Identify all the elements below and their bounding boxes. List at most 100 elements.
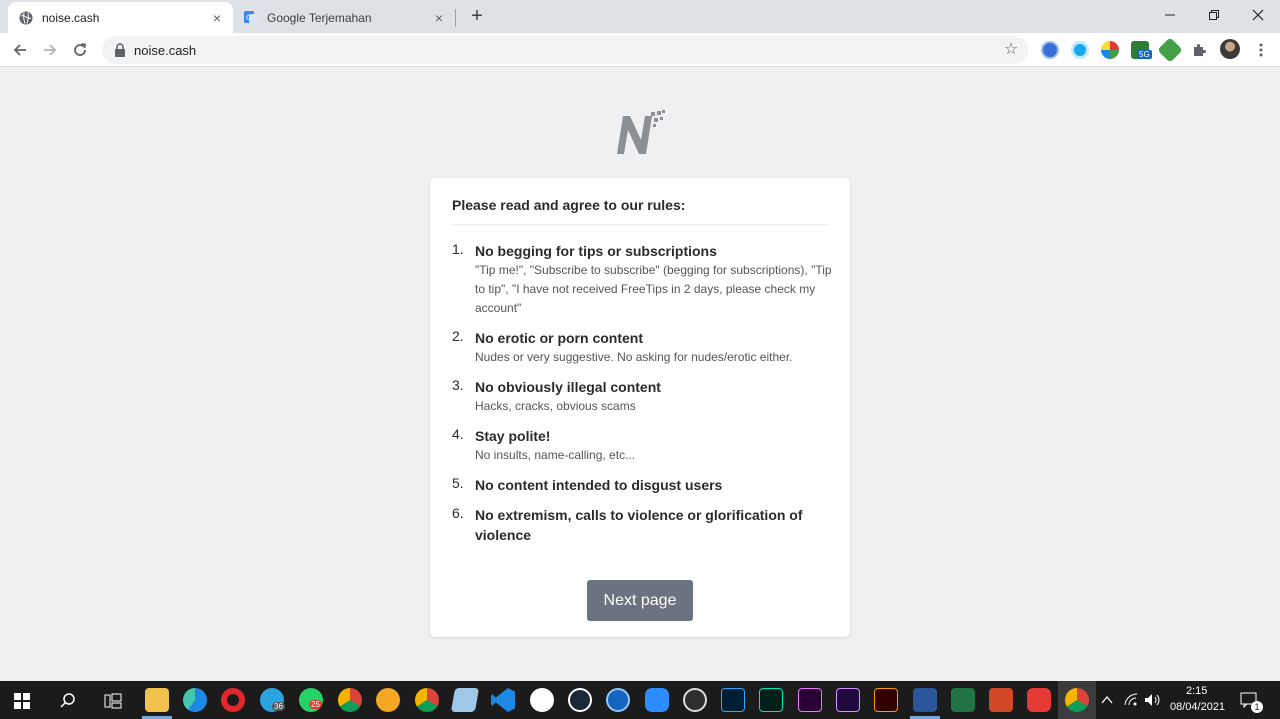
whatsapp-icon[interactable]: 25 <box>299 688 323 712</box>
clock-date[interactable]: 08/04/2021 <box>1170 701 1225 713</box>
back-button[interactable] <box>7 37 33 63</box>
zoom-icon[interactable] <box>645 688 669 712</box>
reload-button[interactable] <box>67 37 93 63</box>
lock-icon <box>115 43 125 57</box>
minimize-icon <box>1165 14 1175 16</box>
wordpress-icon[interactable] <box>530 688 554 712</box>
tab-separator <box>455 9 456 27</box>
edge-icon[interactable] <box>183 688 207 712</box>
windows-start-icon[interactable] <box>14 693 30 709</box>
rule-description: "Tip me!", "Subscribe to subscribe" (beg… <box>475 263 832 315</box>
excel-icon[interactable] <box>951 688 975 712</box>
rules-card: Please read and agree to our rules: 1. N… <box>430 178 850 637</box>
file-explorer-icon[interactable] <box>145 688 169 712</box>
rule-title: No obviously illegal content <box>475 379 661 395</box>
search-icon[interactable] <box>60 693 76 709</box>
google-translate-icon: G <box>244 10 258 25</box>
obs-icon[interactable] <box>683 688 707 712</box>
card-title: Please read and agree to our rules: <box>452 197 828 225</box>
audition-icon[interactable] <box>759 688 783 712</box>
rule-title: No content intended to disgust users <box>475 477 723 493</box>
rule-number: 2. <box>452 328 464 344</box>
rule-item: 1. No begging for tips or subscriptions … <box>452 241 837 318</box>
extension-5g-icon[interactable]: 5G <box>1131 41 1152 59</box>
telegram-badge: 36 <box>272 702 285 711</box>
svg-text:G: G <box>246 14 251 22</box>
chrome-work-icon[interactable] <box>415 688 439 712</box>
chevron-up-icon[interactable] <box>1101 695 1113 705</box>
taskbar: 36 25 2:15 08/04/2021 1 <box>0 681 1280 719</box>
rule-title: No begging for tips or subscriptions <box>475 243 717 259</box>
close-tab-icon[interactable]: × <box>209 10 225 26</box>
restore-button[interactable] <box>1192 0 1236 30</box>
noise-cash-logo <box>617 110 665 154</box>
extension-color-wheel-icon[interactable] <box>1101 41 1119 59</box>
arrow-left-icon <box>13 44 26 56</box>
rule-number: 5. <box>452 475 464 491</box>
globe-icon <box>19 11 33 24</box>
screen-recorder-icon[interactable] <box>1027 688 1051 712</box>
rule-title: No extremism, calls to violence or glori… <box>475 507 803 543</box>
tab-google-terjemahan[interactable]: G Google Terjemahan × <box>233 2 455 33</box>
extension-badge: 5G <box>1137 50 1152 59</box>
menu-button[interactable] <box>1248 37 1274 63</box>
extension-blue-circle-icon[interactable] <box>1071 41 1089 59</box>
bookmark-star-icon[interactable]: ☆ <box>1002 41 1020 59</box>
rule-description: Hacks, cracks, obvious scams <box>475 399 636 413</box>
illustrator-icon[interactable] <box>874 688 898 712</box>
tab-title: noise.cash <box>42 10 100 25</box>
tab-title: Google Terjemahan <box>267 10 372 25</box>
premiere-icon[interactable] <box>798 688 822 712</box>
extension-cube-icon[interactable] <box>1157 37 1183 63</box>
browser-toolbar: noise.cash ☆ 5G <box>0 33 1280 67</box>
profile-avatar[interactable] <box>1220 39 1240 59</box>
close-window-button[interactable] <box>1236 0 1280 30</box>
tab-strip: noise.cash × G Google Terjemahan × + <box>0 0 1280 33</box>
photoshop-icon[interactable] <box>721 688 745 712</box>
rule-description: Nudes or very suggestive. No asking for … <box>475 350 793 364</box>
rule-description: No insults, name-calling, etc... <box>475 448 636 462</box>
after-effects-icon[interactable] <box>836 688 860 712</box>
rule-item: 3. No obviously illegal content Hacks, c… <box>452 377 837 416</box>
task-view-icon[interactable] <box>104 693 122 709</box>
whatsapp-badge: 25 <box>309 700 322 709</box>
kebab-menu-icon <box>1259 43 1263 57</box>
close-icon <box>1252 9 1264 21</box>
opera-icon[interactable] <box>221 688 245 712</box>
volume-icon[interactable] <box>1144 693 1162 707</box>
wifi-icon[interactable] <box>1124 693 1138 707</box>
extensions-button[interactable] <box>1186 37 1212 63</box>
puzzle-icon <box>1194 44 1206 56</box>
rule-item: 6. No extremism, calls to violence or gl… <box>452 505 837 545</box>
tab-noise-cash[interactable]: noise.cash × <box>8 2 233 33</box>
forward-button[interactable] <box>37 37 63 63</box>
rule-number: 6. <box>452 505 464 521</box>
rule-title: Stay polite! <box>475 428 551 444</box>
close-tab-icon[interactable]: × <box>431 10 447 26</box>
rules-list: 1. No begging for tips or subscriptions … <box>452 241 837 555</box>
word-icon[interactable] <box>913 688 937 712</box>
arrow-right-icon <box>44 44 57 56</box>
chrome-profile-icon[interactable] <box>338 688 362 712</box>
minimize-button[interactable] <box>1148 0 1192 30</box>
telegram-icon[interactable]: 36 <box>260 688 285 712</box>
vscode-icon[interactable] <box>491 688 515 712</box>
app-blue-icon[interactable] <box>606 688 630 712</box>
extension-a-icon[interactable] <box>1041 41 1059 59</box>
address-bar[interactable]: noise.cash ☆ <box>102 36 1028 64</box>
rule-item: 5. No content intended to disgust users <box>452 475 837 495</box>
next-page-button[interactable]: Next page <box>587 580 693 621</box>
new-tab-button[interactable]: + <box>466 5 488 27</box>
steam-icon[interactable] <box>568 688 592 712</box>
rule-item: 2. No erotic or porn content Nudes or ve… <box>452 328 837 367</box>
notepad-icon[interactable] <box>450 688 480 712</box>
powerpoint-icon[interactable] <box>989 688 1013 712</box>
chrome-active-icon[interactable] <box>1065 688 1089 712</box>
rule-number: 3. <box>452 377 464 393</box>
reload-icon <box>74 43 87 56</box>
rule-number: 4. <box>452 426 464 442</box>
notification-count: 1 <box>1251 701 1263 713</box>
rule-item: 4. Stay polite! No insults, name-calling… <box>452 426 837 465</box>
chrome-canary-icon[interactable] <box>376 688 400 712</box>
clock-time[interactable]: 2:15 <box>1186 685 1207 697</box>
